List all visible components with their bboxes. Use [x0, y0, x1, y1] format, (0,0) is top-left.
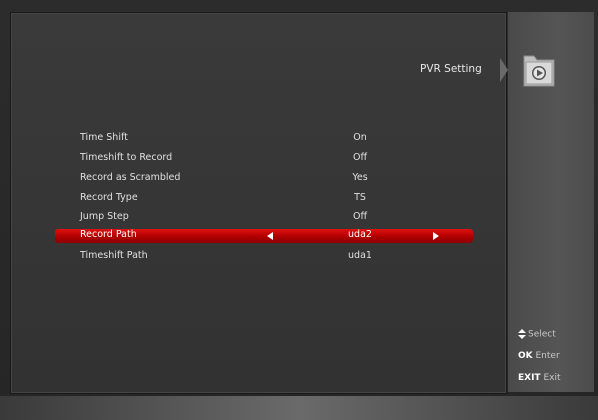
- setting-row-record-type[interactable]: Record Type TS: [55, 192, 473, 206]
- setting-value: Off: [352, 211, 368, 222]
- setting-value: On: [353, 132, 367, 143]
- hint-exit: EXIT Exit: [518, 373, 561, 383]
- page-title: PVR Setting: [420, 63, 482, 75]
- hint-exit-label: Exit: [543, 373, 561, 383]
- setting-row-timeshift-path[interactable]: Timeshift Path uda1: [55, 250, 473, 264]
- folder-play-icon: [523, 55, 555, 87]
- arrow-right-icon[interactable]: [433, 232, 439, 240]
- setting-label: Timeshift Path: [80, 250, 148, 261]
- hint-select-label: Select: [528, 329, 556, 340]
- setting-value: uda1: [348, 250, 372, 261]
- setting-row-record-as-scrambled[interactable]: Record as Scrambled Yes: [55, 172, 473, 186]
- setting-label: Record Type: [80, 192, 138, 203]
- setting-value: uda2: [348, 229, 372, 240]
- exit-key-label: EXIT: [518, 373, 541, 383]
- setting-value: Off: [352, 152, 368, 163]
- setting-value: TS: [354, 192, 366, 203]
- setting-row-timeshift-to-record[interactable]: Timeshift to Record Off: [55, 152, 473, 166]
- hint-select: Select: [518, 329, 556, 340]
- ok-key-label: OK: [518, 351, 533, 361]
- setting-label: Timeshift to Record: [80, 152, 173, 163]
- arrow-left-icon[interactable]: [267, 232, 273, 240]
- hint-ok-label: Enter: [535, 351, 560, 361]
- setting-label: Jump Step: [80, 211, 129, 222]
- setting-row-jump-step[interactable]: Jump Step Off: [55, 211, 473, 225]
- bottom-bar: [0, 396, 598, 420]
- setting-label: Record as Scrambled: [80, 172, 181, 183]
- updown-icon: [518, 329, 526, 339]
- setting-label: Time Shift: [80, 132, 128, 143]
- setting-row-record-path[interactable]: Record Path uda2: [55, 229, 473, 243]
- setting-row-time-shift[interactable]: Time Shift On: [55, 132, 473, 146]
- setting-value: Yes: [352, 172, 368, 183]
- hint-ok: OK Enter: [518, 351, 560, 361]
- setting-label: Record Path: [80, 229, 137, 240]
